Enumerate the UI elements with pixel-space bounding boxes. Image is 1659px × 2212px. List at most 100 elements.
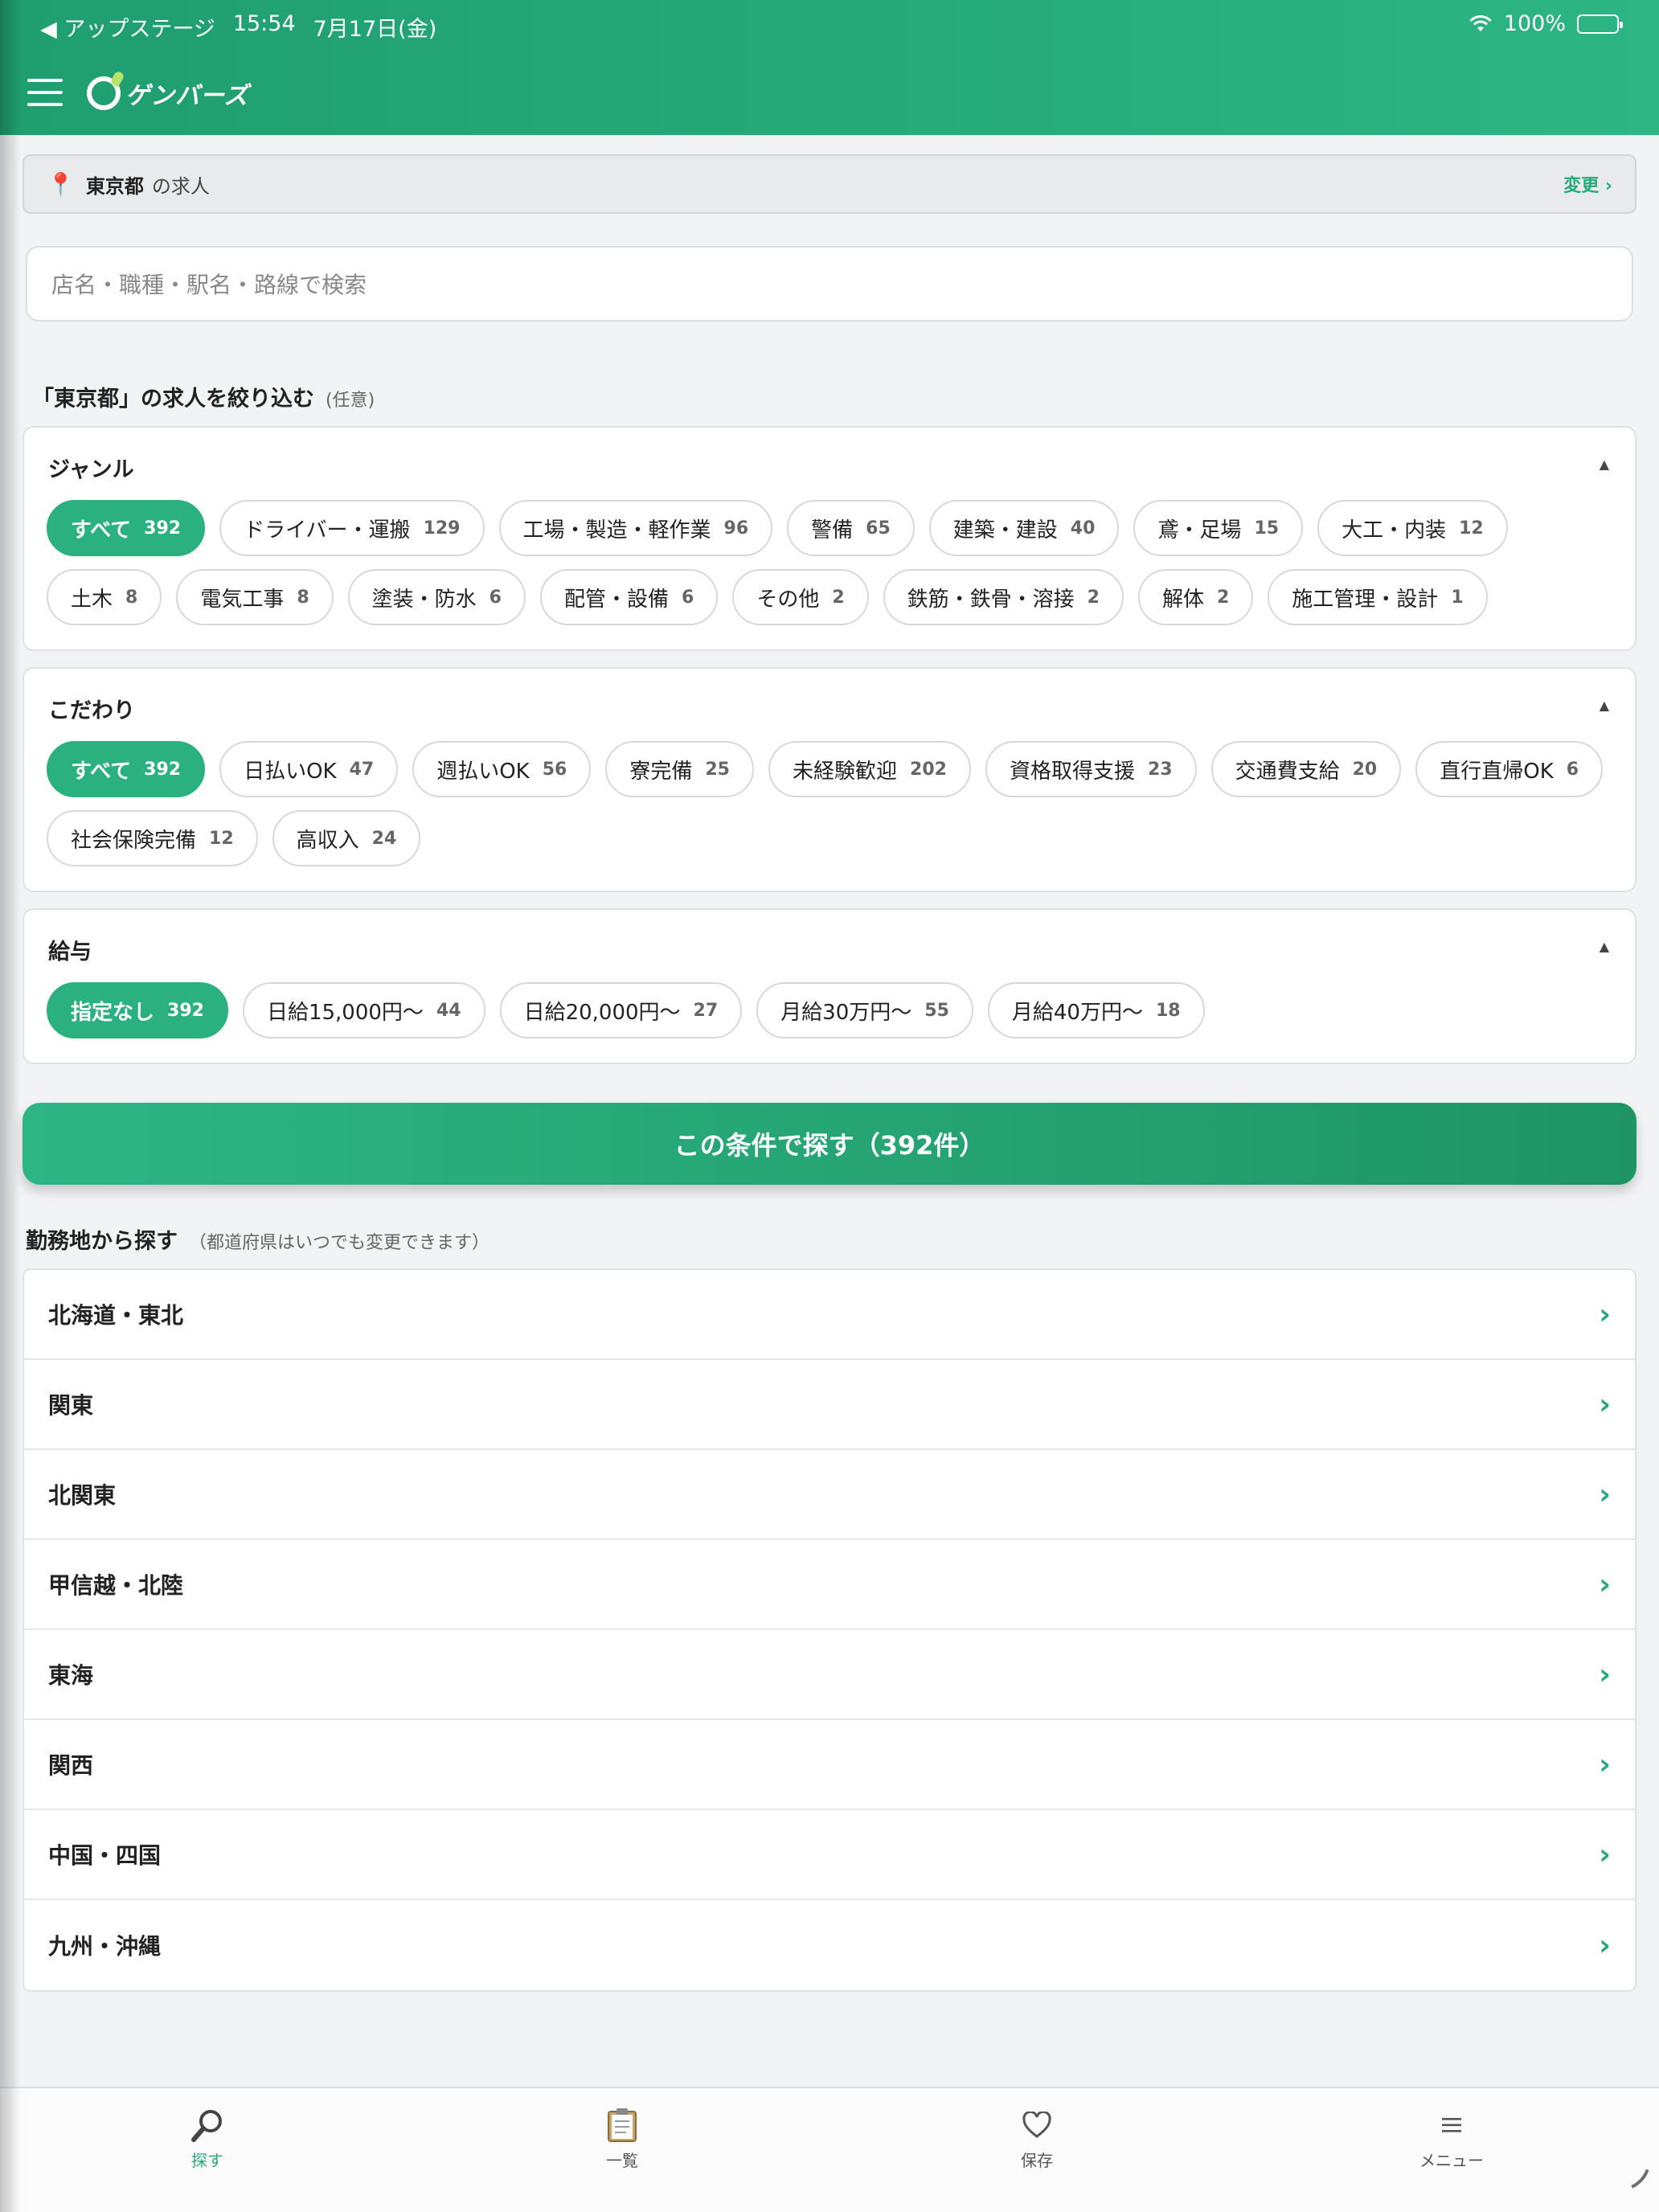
filter-chip[interactable]: 鳶・足場 15: [1133, 500, 1304, 556]
chip-label: 社会保険完備: [71, 828, 197, 853]
filter-chip[interactable]: 日給15,000円〜 44: [242, 982, 485, 1038]
filter-chip[interactable]: 配管・設備 6: [539, 569, 719, 625]
chip-count: 8: [125, 587, 138, 608]
filter-chip[interactable]: 資格取得支援 23: [985, 741, 1197, 797]
salary-panel: 給与 ▲ 指定なし 392 日給15,000円〜 44 日給20,000円〜 27 月給30…: [23, 908, 1636, 1064]
filter-chip[interactable]: 鉄筋・鉄骨・溶接 2: [883, 569, 1124, 625]
chip-label: 配管・設備: [563, 587, 669, 612]
chip-count: 392: [144, 518, 182, 539]
collapse-caret-icon[interactable]: ▲: [1600, 939, 1609, 954]
chevron-right-icon: ›: [1599, 1747, 1611, 1781]
search-with-conditions-button[interactable]: この条件で探す（392件）: [23, 1103, 1636, 1185]
region-item[interactable]: 関西 ›: [24, 1720, 1635, 1810]
search-input[interactable]: 店名・職種・駅名・路線で検索: [26, 246, 1633, 322]
chip-label: 工場・製造・軽作業: [522, 518, 711, 543]
tab-menu[interactable]: メニュー: [1371, 2106, 1532, 2171]
bottom-tab-bar: 探す 一覧 保存 メニュー: [0, 2087, 1659, 2212]
chevron-right-icon: ›: [1599, 1837, 1611, 1871]
collapse-caret-icon[interactable]: ▲: [1600, 698, 1609, 713]
chip-label: 施工管理・設計: [1292, 587, 1439, 612]
filter-chip[interactable]: 警備 65: [787, 500, 915, 556]
hamburger-menu-icon[interactable]: [27, 79, 63, 106]
filter-chip[interactable]: すべて 392: [47, 741, 206, 797]
tab-list[interactable]: 一覧: [542, 2106, 703, 2171]
chip-label: 土木: [71, 587, 113, 612]
filter-chip[interactable]: 寮完備 25: [605, 741, 754, 797]
chip-count: 2: [832, 587, 845, 608]
app-logo[interactable]: ゲンバーズ: [87, 71, 249, 116]
filter-chip[interactable]: その他 2: [732, 569, 869, 625]
region-item[interactable]: 中国・四国 ›: [24, 1810, 1635, 1900]
back-to-app-link[interactable]: ◀ アップステージ: [40, 11, 215, 43]
tab-list-label: 一覧: [606, 2151, 638, 2170]
chip-count: 20: [1352, 759, 1378, 780]
region-item[interactable]: 九州・沖縄 ›: [24, 1900, 1635, 1990]
home-indicator: [1608, 2159, 1649, 2201]
chip-label: 日給15,000円〜: [266, 1000, 424, 1025]
tab-search[interactable]: 探す: [127, 2106, 288, 2171]
chip-label: 建築・建設: [952, 518, 1058, 543]
filter-chip[interactable]: 解体 2: [1137, 569, 1254, 625]
chip-label: 鉄筋・鉄骨・溶接: [907, 587, 1075, 612]
filter-chip[interactable]: 施工管理・設計 1: [1268, 569, 1488, 625]
chevron-right-icon: ›: [1599, 1928, 1611, 1962]
region-label: 中国・四国: [48, 1842, 162, 1869]
filter-chip[interactable]: 建築・建設 40: [928, 500, 1120, 556]
chip-label: 日給20,000円〜: [523, 1000, 681, 1025]
filter-chip[interactable]: 工場・製造・軽作業 96: [498, 500, 773, 556]
region-item[interactable]: 関東 ›: [24, 1360, 1635, 1450]
status-time: 15:54: [232, 11, 296, 36]
filter-chip[interactable]: 指定なし 392: [47, 982, 228, 1038]
region-label: 北関東: [48, 1482, 117, 1509]
battery-icon: [1577, 14, 1623, 34]
region-item[interactable]: 北関東 ›: [24, 1450, 1635, 1540]
tab-saved[interactable]: 保存: [956, 2106, 1117, 2171]
chip-label: 高収入: [296, 828, 359, 853]
chevron-right-icon: ›: [1599, 1387, 1611, 1421]
filter-chip[interactable]: 電気工事 8: [176, 569, 334, 625]
change-location-link[interactable]: 変更 ›: [1563, 171, 1612, 197]
chip-label: 未経験歓迎: [793, 759, 898, 784]
filter-chip[interactable]: 未経験歓迎 202: [768, 741, 971, 797]
region-item[interactable]: 東海 ›: [24, 1630, 1635, 1720]
chip-count: 12: [1459, 518, 1484, 539]
filter-chip[interactable]: 交通費支給 20: [1210, 741, 1402, 797]
filter-chip[interactable]: 月給40万円〜 18: [987, 982, 1205, 1038]
region-item[interactable]: 甲信越・北陸 ›: [24, 1540, 1635, 1630]
chip-count: 47: [349, 759, 375, 780]
chip-count: 12: [209, 828, 234, 849]
region-label: 九州・沖縄: [48, 1933, 162, 1960]
region-item[interactable]: 北海道・東北 ›: [24, 1270, 1635, 1360]
filter-chip[interactable]: 大工・内装 12: [1317, 500, 1508, 556]
filter-chip[interactable]: 日払いOK 47: [219, 741, 399, 797]
chip-count: 96: [723, 518, 749, 539]
chip-count: 2: [1216, 587, 1230, 608]
filter-chip[interactable]: 社会保険完備 12: [47, 810, 258, 866]
filter-chip[interactable]: 直行直帰OK 6: [1415, 741, 1604, 797]
app-header: ◀ アップステージ 15:54 7月17日(金) 100% ゲンバーズ: [0, 0, 1659, 135]
chevron-right-icon: ›: [1599, 1567, 1611, 1601]
filter-chip[interactable]: 週払いOK 56: [412, 741, 592, 797]
filter-chip[interactable]: 土木 8: [47, 569, 162, 625]
chip-count: 392: [167, 1000, 204, 1021]
filter-chip[interactable]: 塗装・防水 6: [347, 569, 526, 625]
logo-text: ゲンバーズ: [125, 82, 249, 110]
filter-chip[interactable]: ドライバー・運搬 129: [219, 500, 485, 556]
chip-count: 40: [1070, 518, 1096, 539]
filter-title-note: (任意): [326, 391, 375, 411]
filter-chip[interactable]: 日給20,000円〜 27: [499, 982, 743, 1038]
filter-chip[interactable]: すべて 392: [47, 500, 206, 556]
salary-title: 給与: [48, 940, 92, 965]
filter-chip[interactable]: 月給30万円〜 55: [756, 982, 973, 1038]
chip-count: 202: [910, 759, 947, 780]
filter-chip[interactable]: 高収入 24: [272, 810, 421, 866]
chip-label: 鳶・足場: [1157, 518, 1242, 543]
chip-count: 65: [866, 518, 891, 539]
chip-count: 6: [1566, 759, 1579, 780]
chevron-right-icon: ›: [1599, 1477, 1611, 1511]
filter-title-text: 「東京都」の求人を絞り込む: [32, 387, 314, 412]
genre-chips: すべて 392 ドライバー・運搬 129 工場・製造・軽作業 96 警備 65 建築・建設 40 鳶…: [47, 500, 1614, 625]
location-bar: 📍 東京都 の求人 変更 ›: [23, 154, 1636, 214]
chevron-right-icon: ›: [1599, 1657, 1611, 1691]
collapse-caret-icon[interactable]: ▲: [1600, 457, 1609, 472]
